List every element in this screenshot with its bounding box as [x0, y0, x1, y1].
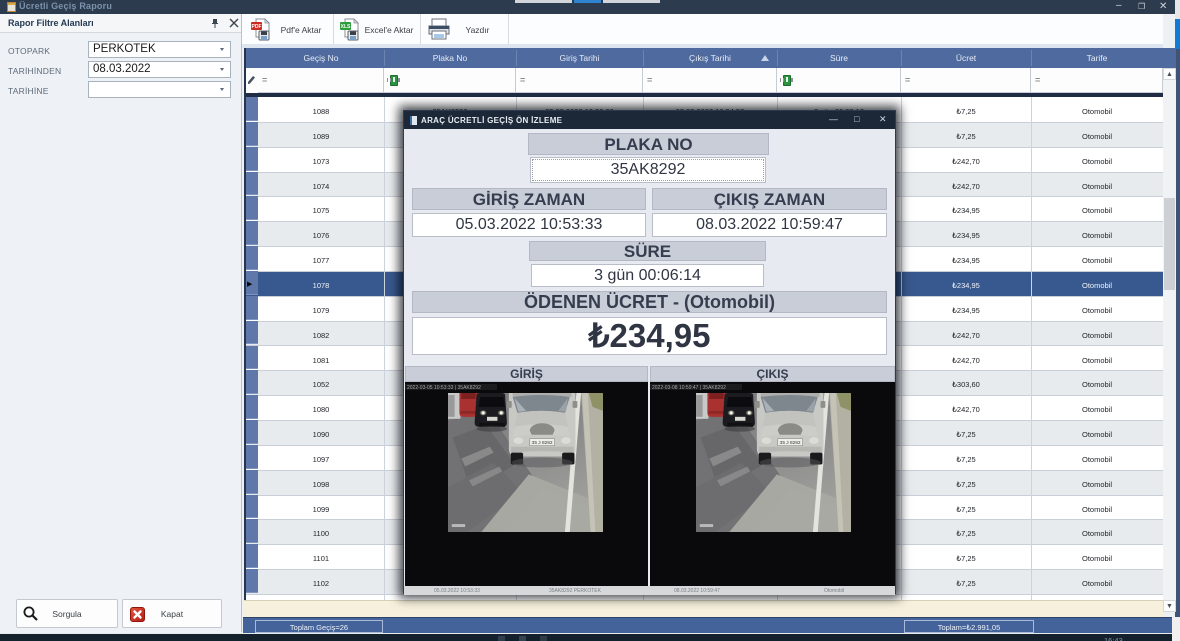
svg-text:35 J 8292: 35 J 8292 — [532, 440, 553, 446]
svg-text:35 J 8292: 35 J 8292 — [780, 440, 801, 446]
